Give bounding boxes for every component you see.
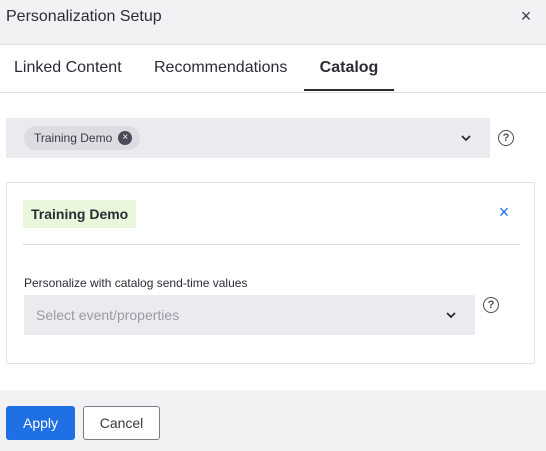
event-help-icon[interactable]: ?	[483, 297, 499, 313]
chip-remove-icon[interactable]: ×	[118, 131, 133, 145]
tab-linked-content[interactable]: Linked Content	[14, 45, 122, 91]
dialog-title: Personalization Setup	[6, 8, 162, 25]
dialog-header: Personalization Setup ×	[0, 0, 546, 45]
close-icon[interactable]: ×	[518, 7, 534, 25]
cancel-button[interactable]: Cancel	[83, 406, 160, 440]
apply-button[interactable]: Apply	[6, 406, 75, 440]
catalog-select[interactable]: Training Demo ×	[6, 118, 490, 158]
selected-catalog-chip: Training Demo ×	[24, 126, 141, 150]
divider	[23, 244, 519, 245]
tab-recommendations[interactable]: Recommendations	[154, 45, 287, 91]
select-placeholder: Select event/properties	[36, 307, 180, 323]
catalog-tag: Training Demo	[23, 200, 137, 228]
remove-catalog-icon[interactable]: ×	[497, 203, 511, 221]
tab-catalog[interactable]: Catalog	[304, 45, 394, 91]
catalog-card: Training Demo × Personalize with catalog…	[6, 182, 535, 364]
dialog-footer: Apply Cancel	[0, 390, 546, 451]
field-label: Personalize with catalog send-time value…	[24, 276, 248, 290]
chevron-down-icon[interactable]	[459, 131, 473, 145]
event-properties-select[interactable]: Select event/properties	[24, 295, 475, 335]
chevron-down-icon[interactable]	[444, 308, 458, 322]
catalog-help-icon[interactable]: ?	[498, 130, 514, 146]
tab-bar: Linked Content Recommendations Catalog	[0, 45, 546, 93]
chip-label: Training Demo	[34, 131, 113, 145]
